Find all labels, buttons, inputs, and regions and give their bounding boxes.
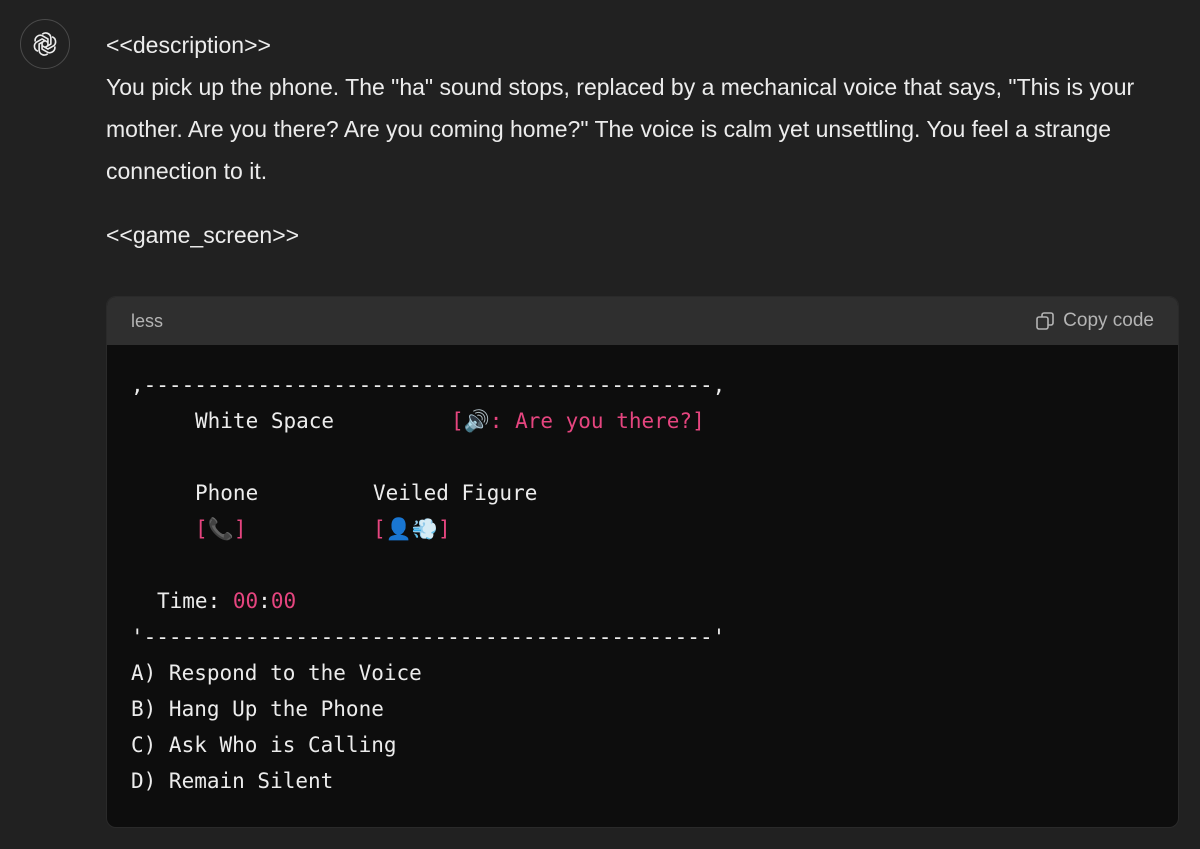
item-phone-icon-row: [📞] (195, 511, 246, 547)
code-language-label: less (131, 310, 164, 331)
assistant-avatar (20, 19, 70, 69)
time-display: Time: 00:00 (157, 583, 296, 619)
copy-icon (1036, 312, 1054, 330)
assistant-message: <<description>> You pick up the phone. T… (106, 24, 1178, 256)
description-text: You pick up the phone. The "ha" sound st… (106, 74, 1135, 184)
game-screen-tag: <<game_screen>> (106, 222, 300, 248)
frame-top-border: ,---------------------------------------… (131, 373, 726, 397)
item-veiled-figure-label: Veiled Figure (373, 481, 538, 505)
openai-logo-icon (33, 32, 57, 56)
bracket-close: ] (233, 517, 247, 541)
bracket-open: [ (373, 517, 386, 541)
option-a: A) Respond to the Voice (131, 661, 422, 685)
bracket-close: ] (437, 517, 451, 541)
time-label: Time: (157, 589, 233, 613)
phone-icon: 📞 (207, 517, 234, 541)
time-separator: : (258, 589, 271, 613)
code-block-header: less Copy code (107, 297, 1178, 345)
location-label: White Space (195, 409, 335, 433)
time-minutes: 00 (270, 589, 297, 613)
description-tag: <<description>> (106, 32, 271, 58)
voice-indicator: [🔊: Are you there?] (451, 409, 705, 433)
frame-bottom-border: '---------------------------------------… (131, 625, 726, 649)
time-hours: 00 (232, 589, 259, 613)
copy-code-label: Copy code (1063, 310, 1154, 331)
option-d: D) Remain Silent (131, 769, 334, 793)
option-b: B) Hang Up the Phone (131, 697, 384, 721)
item-veiled-figure-icon-row: [👤💨] (373, 511, 451, 547)
item-phone-label: Phone (195, 481, 259, 505)
veiled-figure-icon: 👤💨 (385, 517, 438, 541)
bracket-open: [ (195, 517, 208, 541)
code-block: less Copy code ,------------------------… (106, 296, 1179, 828)
copy-code-button[interactable]: Copy code (1035, 310, 1154, 332)
option-c: C) Ask Who is Calling (131, 733, 397, 757)
